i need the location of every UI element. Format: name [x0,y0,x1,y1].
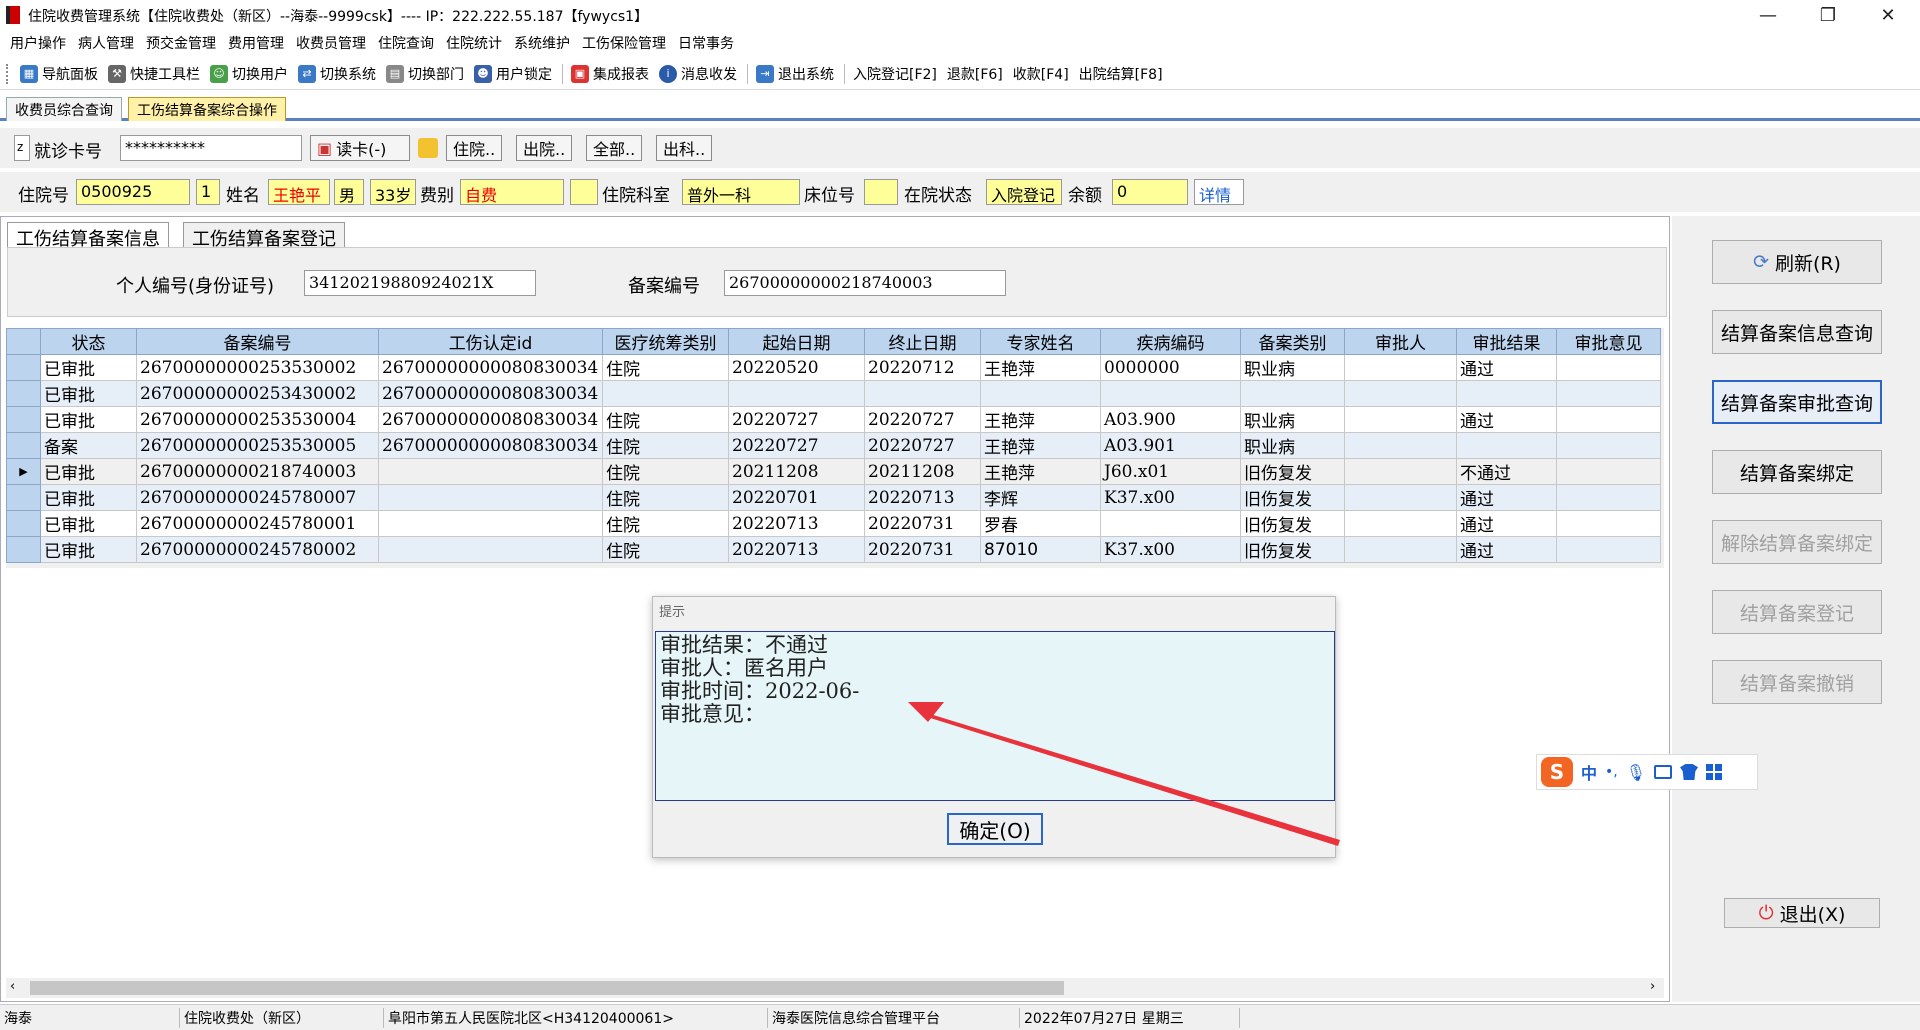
mic-icon[interactable]: 🎙 [1626,763,1646,782]
arrow-shape [910,702,1340,846]
status-bar: 海泰 住院收费处（新区） 阜阳市第五人民医院北区<H34120400061> 海… [0,1004,1920,1030]
annotation-arrow [908,702,1340,846]
sogou-logo-icon[interactable]: S [1541,757,1573,787]
status-platform: 海泰医院信息综合管理平台 [768,1008,1020,1028]
ime-toolbar[interactable]: S 中 •, 🎙 [1536,754,1758,790]
grid-icon[interactable] [1706,764,1723,780]
status-company: 海泰 [0,1008,180,1028]
keyboard-icon[interactable] [1654,765,1673,779]
status-hospital: 阜阳市第五人民医院北区<H34120400061> [384,1008,768,1028]
ime-punctuation[interactable]: •, [1605,764,1618,780]
shirt-icon[interactable] [1680,764,1699,780]
status-date: 2022年07月27日 星期三 [1020,1008,1240,1028]
ime-chinese-mode[interactable]: 中 [1581,760,1597,784]
status-department: 住院收费处（新区） [180,1008,384,1028]
